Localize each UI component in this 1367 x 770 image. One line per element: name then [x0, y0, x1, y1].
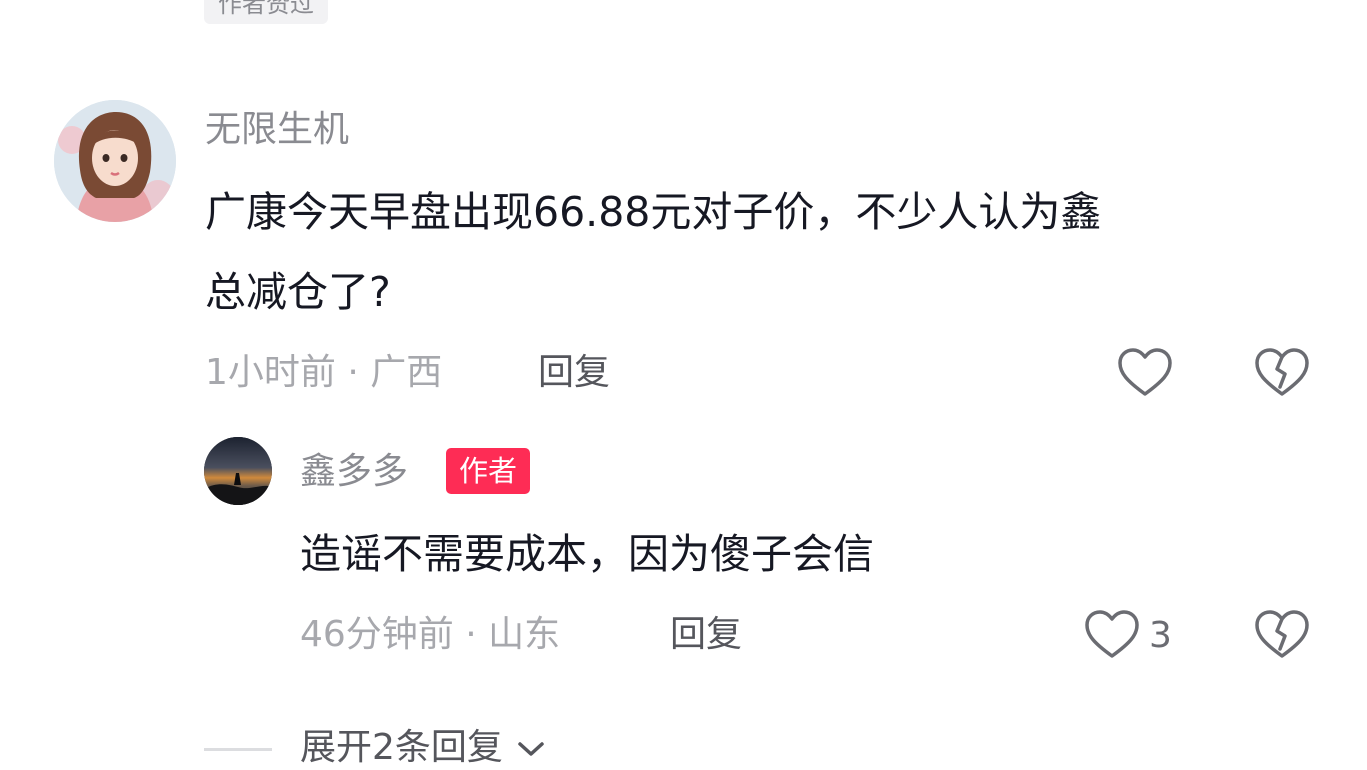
like-icon[interactable]: [1117, 347, 1173, 403]
chevron-down-icon: [518, 742, 545, 756]
reply-avatar[interactable]: [204, 437, 272, 505]
reply-text: 造谣不需要成本，因为傻子会信: [300, 530, 874, 578]
reply-dislike-icon[interactable]: [1254, 609, 1310, 665]
reply-button[interactable]: 回复: [538, 351, 610, 395]
expand-replies-label: 展开2条回复: [300, 727, 503, 768]
reply-reply-button[interactable]: 回复: [670, 613, 742, 657]
reply-like-count: 3: [1149, 615, 1172, 656]
reply-like-icon[interactable]: [1084, 609, 1140, 665]
avatar[interactable]: [54, 100, 176, 222]
expand-divider: [204, 748, 272, 751]
comment-time-location: 1小时前 · 广西: [205, 352, 443, 393]
comment-text-line-1: 广康今天早盘出现66.88元对子价，不少人认为鑫: [205, 188, 1102, 236]
comment-text-line-2: 总减仓了?: [205, 268, 391, 316]
author-badge: 作者: [446, 448, 531, 494]
expand-replies-button[interactable]: 展开2条回复: [300, 726, 546, 770]
reply-time-location: 46分钟前 · 山东: [300, 614, 561, 655]
reply-username[interactable]: 鑫多多: [300, 450, 408, 494]
dislike-icon[interactable]: [1254, 347, 1310, 403]
author-liked-tag: 作者赞过: [204, 0, 328, 24]
comment-username[interactable]: 无限生机: [205, 108, 349, 152]
